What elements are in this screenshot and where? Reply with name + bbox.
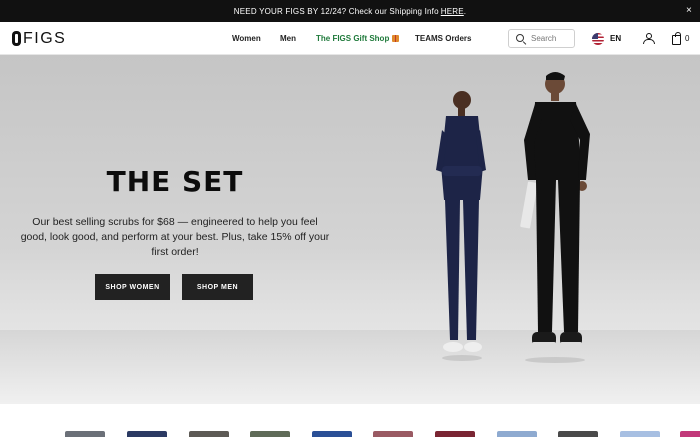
shop-men-button[interactable]: SHOP MEN <box>182 274 253 300</box>
product-thumbnail[interactable] <box>680 431 700 437</box>
search-placeholder: Search <box>531 34 557 43</box>
shopping-bag-icon <box>672 31 681 45</box>
close-icon[interactable]: × <box>686 5 692 17</box>
product-thumbnail[interactable] <box>558 431 598 437</box>
main-navigation: FIGS Women Men The FIGS Gift Shop TEAMS … <box>0 22 700 55</box>
search-box[interactable]: Search <box>508 29 575 48</box>
announcement-suffix: . <box>463 6 467 16</box>
gift-icon <box>392 35 400 42</box>
models-image <box>436 72 590 363</box>
nav-men[interactable]: Men <box>280 34 296 43</box>
shop-women-button[interactable]: SHOP WOMEN <box>95 274 170 300</box>
hero-banner: THE SET Our best selling scrubs for $68 … <box>0 55 700 404</box>
hero-title: THE SET <box>106 165 244 198</box>
cart-button[interactable]: 0 <box>672 22 689 55</box>
account-icon[interactable] <box>643 33 655 44</box>
product-thumbnail[interactable] <box>435 431 475 437</box>
nav-gift-shop[interactable]: The FIGS Gift Shop <box>316 34 389 43</box>
cart-count: 0 <box>685 34 690 43</box>
product-thumbnail[interactable] <box>620 431 660 437</box>
figs-logo[interactable]: FIGS <box>12 30 66 47</box>
product-thumbnail[interactable] <box>189 431 229 437</box>
product-thumbnail[interactable] <box>127 431 167 437</box>
product-thumbnail[interactable] <box>497 431 537 437</box>
hero-description: Our best selling scrubs for $68 — engine… <box>20 216 330 258</box>
announcement-bar: NEED YOUR FIGS BY 12/24? Check our Shipp… <box>0 0 700 22</box>
product-thumbnail[interactable] <box>65 431 105 437</box>
logo-mark-icon <box>12 31 21 46</box>
product-thumbnail[interactable] <box>250 431 290 437</box>
language-selector[interactable]: EN <box>592 22 621 55</box>
shipping-info-link[interactable]: HERE <box>441 7 464 16</box>
product-thumbnail[interactable] <box>312 431 352 437</box>
announcement-text: NEED YOUR FIGS BY 12/24? Check our Shipp… <box>233 6 439 16</box>
product-thumbnail[interactable] <box>373 431 413 437</box>
us-flag-icon <box>592 32 604 45</box>
logo-wordmark: FIGS <box>23 29 67 47</box>
product-swatch-row <box>0 404 700 437</box>
nav-women[interactable]: Women <box>232 34 261 43</box>
language-label: EN <box>610 34 622 43</box>
nav-teams-orders[interactable]: TEAMS Orders <box>415 34 471 43</box>
search-icon <box>516 33 526 44</box>
